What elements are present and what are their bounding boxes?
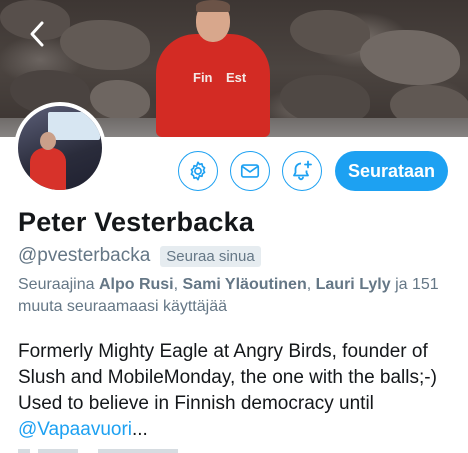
cut-off-stats xyxy=(18,449,178,453)
banner-person: Fin Est xyxy=(148,0,278,137)
bio-ellipsis: ... xyxy=(132,419,148,440)
hoodie xyxy=(156,34,270,137)
handle-row: @pvesterbacka Seuraa sinua xyxy=(18,245,261,267)
person-hair xyxy=(196,0,230,12)
followed-by-sep: , xyxy=(173,276,179,293)
followed-by-sep: , xyxy=(306,276,312,293)
banner-rock xyxy=(290,10,370,55)
back-chevron-icon[interactable] xyxy=(26,20,48,48)
settings-button[interactable] xyxy=(178,151,218,191)
profile-name: Peter Vesterbacka xyxy=(18,207,255,237)
follower-link-1[interactable]: Alpo Rusi xyxy=(99,276,174,293)
hoodie-text-right: Est xyxy=(226,70,247,85)
envelope-icon xyxy=(240,164,260,178)
following-button[interactable]: Seurataan xyxy=(335,151,448,191)
notifications-button[interactable] xyxy=(282,151,322,191)
follower-link-2[interactable]: Sami Yläoutinen xyxy=(183,276,307,293)
cut-off-stats-row xyxy=(0,446,468,453)
banner-rock xyxy=(360,30,460,85)
avatar-head xyxy=(40,132,56,150)
followed-by-prefix: Seuraajina xyxy=(18,276,95,293)
bio-text: Formerly Mighty Eagle at Angry Birds, fo… xyxy=(18,341,437,414)
followed-by-text: Seuraajina Alpo Rusi, Sami Yläoutinen, L… xyxy=(18,274,458,318)
bell-plus-icon xyxy=(293,160,312,181)
mention-link[interactable]: @Vapaavuori xyxy=(18,419,132,440)
profile-bio: Formerly Mighty Eagle at Angry Birds, fo… xyxy=(18,339,464,443)
hoodie-text-left: Fin xyxy=(193,70,213,85)
follows-you-badge: Seuraa sinua xyxy=(160,245,261,267)
avatar-screen xyxy=(48,112,100,140)
message-button[interactable] xyxy=(230,151,270,191)
avatar-body xyxy=(30,148,66,190)
banner-rock xyxy=(60,20,150,70)
profile-handle: @pvesterbacka xyxy=(18,245,151,266)
follower-link-3[interactable]: Lauri Lyly xyxy=(316,276,391,293)
avatar[interactable] xyxy=(14,102,106,194)
gear-icon xyxy=(190,161,206,181)
